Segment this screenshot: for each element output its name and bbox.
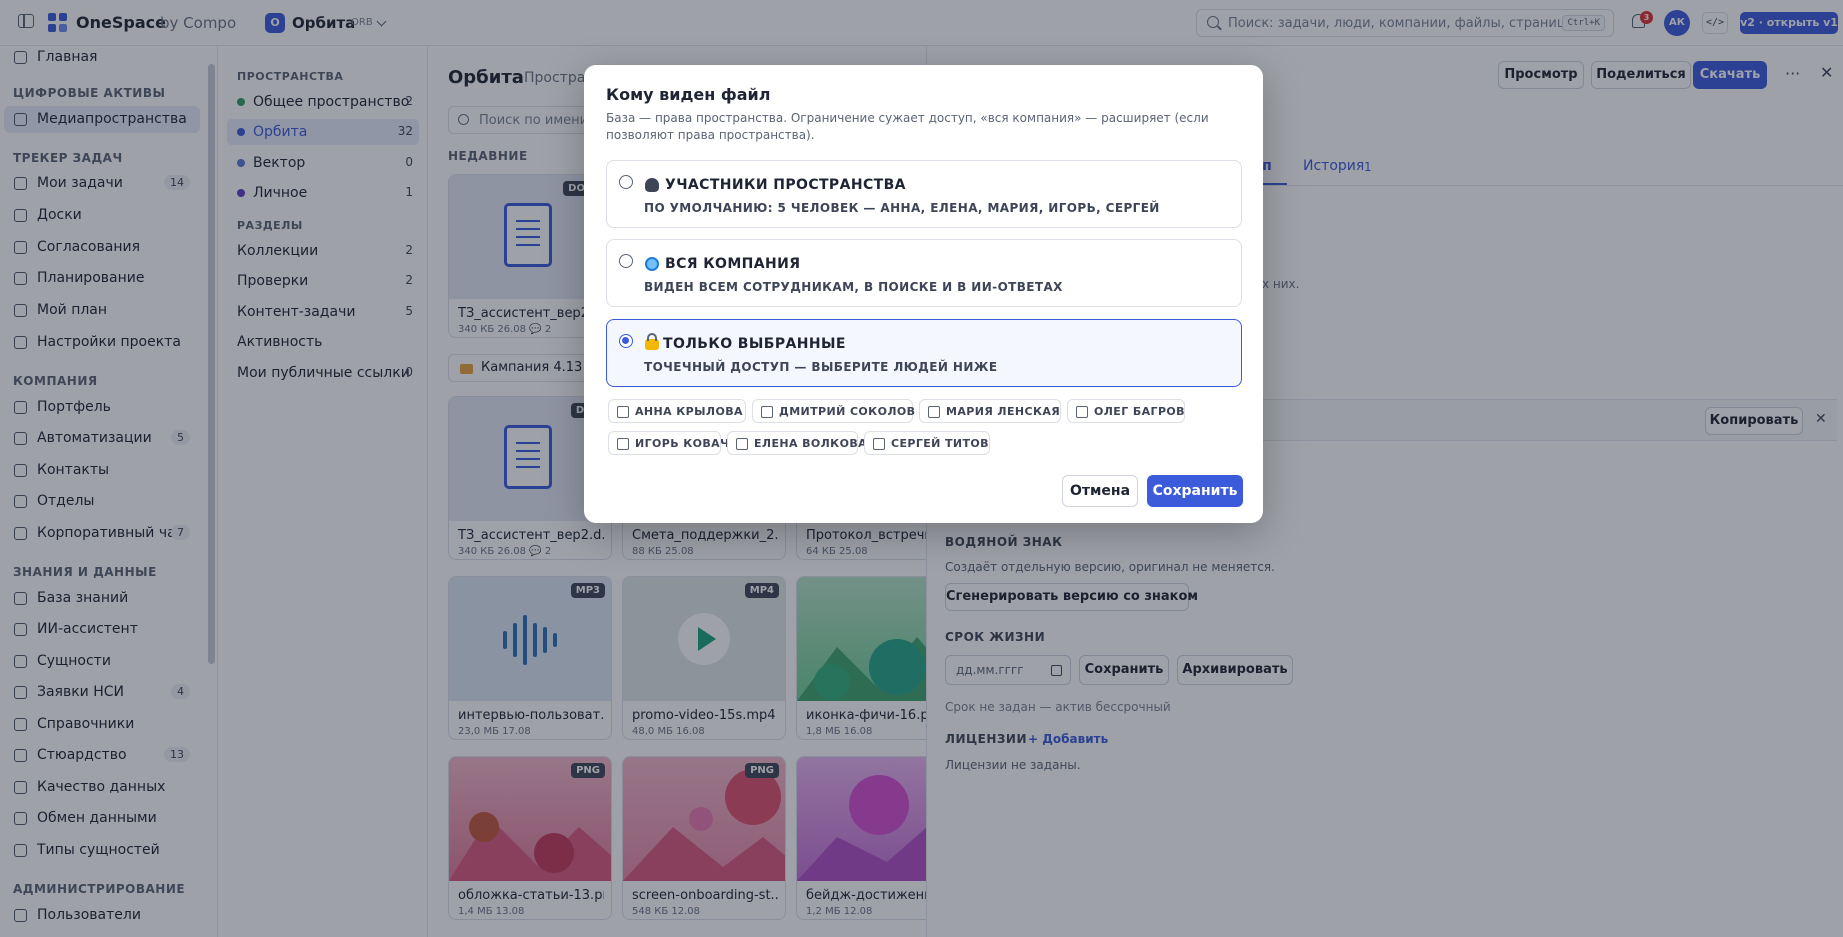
option-title: ТОЛЬКО ВЫБРАННЫЕ <box>663 336 846 352</box>
person-name: СЕРГЕЙ ТИТОВ <box>891 437 989 450</box>
checkbox[interactable] <box>1076 406 1088 418</box>
person-name: ДМИТРИЙ СОКОЛОВ <box>779 405 916 418</box>
option-description: ПО УМОЛЧАНИЮ: 5 ЧЕЛОВЕК — АННА, ЕЛЕНА, М… <box>644 201 1160 215</box>
option-space-members[interactable]: УЧАСТНИКИ ПРОСТРАНСТВА ПО УМОЛЧАНИЮ: 5 Ч… <box>606 160 1242 228</box>
person-name: АННА КРЫЛОВА <box>635 405 743 418</box>
person-chip-sergey[interactable]: СЕРГЕЙ ТИТОВ <box>864 431 990 455</box>
checkbox[interactable] <box>617 406 629 418</box>
person-chip-dmitry[interactable]: ДМИТРИЙ СОКОЛОВ <box>752 399 916 423</box>
radio-whole-company[interactable] <box>619 254 633 268</box>
person-chip-anna[interactable]: АННА КРЫЛОВА <box>608 399 746 423</box>
checkbox[interactable] <box>617 438 629 450</box>
option-title: ВСЯ КОМПАНИЯ <box>665 256 801 272</box>
radio-space-members[interactable] <box>619 175 633 189</box>
person-name: МАРИЯ ЛЕНСКАЯ <box>946 405 1061 418</box>
cancel-button[interactable]: Отмена <box>1062 475 1138 507</box>
person-name: ОЛЕГ БАГРОВ <box>1094 405 1185 418</box>
checkbox[interactable] <box>928 406 940 418</box>
option-description: ВИДЕН ВСЕМ СОТРУДНИКАМ, В ПОИСКЕ И В ИИ-… <box>644 280 1063 294</box>
checkbox[interactable] <box>873 438 885 450</box>
option-whole-company[interactable]: ВСЯ КОМПАНИЯ ВИДЕН ВСЕМ СОТРУДНИКАМ, В П… <box>606 239 1242 307</box>
option-title: УЧАСТНИКИ ПРОСТРАНСТВА <box>665 177 906 193</box>
dialog-description: База — права пространства. Ограничение с… <box>606 111 1209 142</box>
people-icon <box>645 178 659 192</box>
dialog-title: Кому виден файл <box>606 85 771 104</box>
option-description: ТОЧЕЧНЫЙ ДОСТУП — ВЫБЕРИТЕ ЛЮДЕЙ НИЖЕ <box>644 360 998 374</box>
person-name: ИГОРЬ КОВАЧ <box>635 437 730 450</box>
visibility-dialog: Кому виден файл База — права пространств… <box>584 65 1263 523</box>
person-chip-igor[interactable]: ИГОРЬ КОВАЧ <box>608 431 729 455</box>
checkbox[interactable] <box>761 406 773 418</box>
checkbox[interactable] <box>736 438 748 450</box>
option-selected-only[interactable]: ТОЛЬКО ВЫБРАННЫЕ ТОЧЕЧНЫЙ ДОСТУП — ВЫБЕР… <box>606 319 1242 387</box>
person-name: ЕЛЕНА ВОЛКОВА <box>754 437 868 450</box>
lock-icon <box>645 333 659 350</box>
radio-selected-only[interactable] <box>619 334 633 348</box>
globe-icon <box>645 257 659 271</box>
person-chip-maria[interactable]: МАРИЯ ЛЕНСКАЯ <box>919 399 1061 423</box>
person-chip-oleg[interactable]: ОЛЕГ БАГРОВ <box>1067 399 1185 423</box>
save-button[interactable]: Сохранить <box>1147 475 1243 507</box>
person-chip-elena[interactable]: ЕЛЕНА ВОЛКОВА <box>727 431 867 455</box>
